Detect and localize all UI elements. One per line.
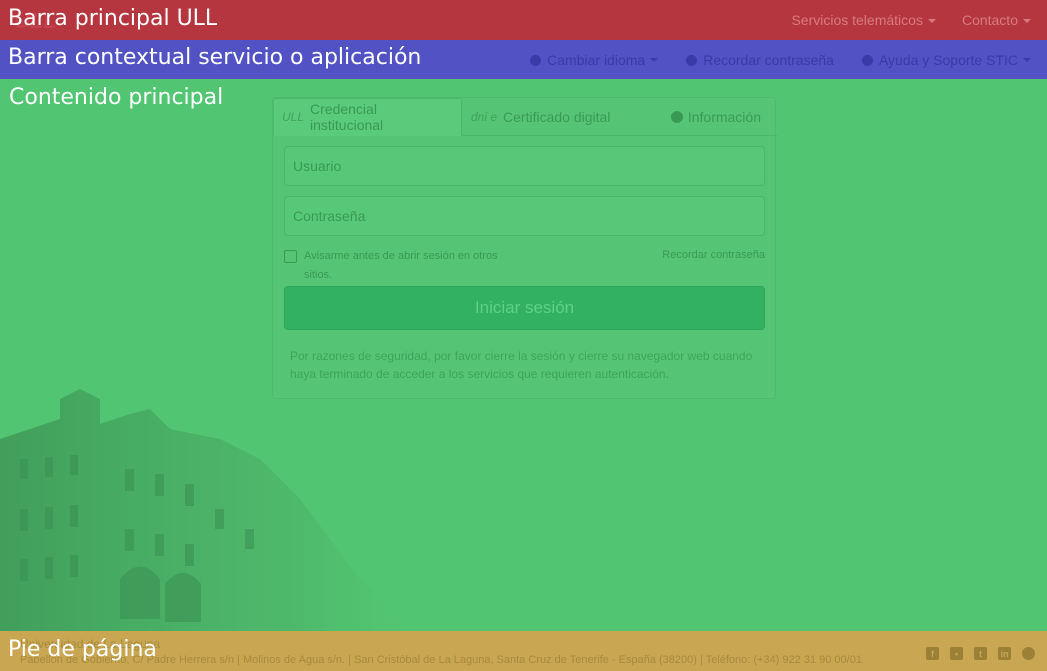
username-input[interactable]: Usuario xyxy=(284,146,765,186)
security-notice: Por razones de seguridad, por favor cier… xyxy=(290,349,753,381)
tab-label: Credencial institucional xyxy=(310,101,384,133)
help-support-menu[interactable]: Ayuda y Soporte STIC xyxy=(861,52,1031,68)
main-content: Contenido principal ULL Credencial insti… xyxy=(0,79,1047,631)
page-footer: Universidad de La Laguna Pabellón de Gob… xyxy=(0,631,1047,671)
nav-telematic-services[interactable]: Servicios telemáticos xyxy=(791,12,936,28)
nav-label: Cambiar idioma xyxy=(547,52,646,68)
remember-password-link[interactable]: Recordar contraseña xyxy=(686,52,834,68)
dnie-tab-icon: dni e xyxy=(471,110,498,124)
main-navbar: ULL Barra principal ULL Servicios telemá… xyxy=(0,0,1047,40)
help-icon xyxy=(861,54,873,66)
facebook-icon[interactable]: f xyxy=(926,647,939,660)
nav-label: Ayuda y Soporte STIC xyxy=(878,52,1018,68)
login-panel: ULL Credencial institucional dni e Certi… xyxy=(272,97,777,399)
region-label-footer: Pie de página xyxy=(8,637,157,662)
region-label-context-bar: Barra contextual servicio o aplicación xyxy=(8,45,422,70)
context-navbar: Barra contextual servicio o aplicación C… xyxy=(0,40,1047,79)
region-label-main-content: Contenido principal xyxy=(9,85,224,110)
tab-institutional-credential[interactable]: ULL Credencial institucional xyxy=(273,98,462,136)
building-illustration xyxy=(0,389,430,631)
login-button[interactable]: Iniciar sesión xyxy=(284,286,765,330)
main-nav: Servicios telemáticos Contacto xyxy=(791,12,1031,28)
web-icon[interactable] xyxy=(1022,647,1035,660)
context-nav: Cambiar idioma Recordar contraseña Ayuda… xyxy=(530,52,1031,68)
chevron-down-icon xyxy=(1023,19,1031,24)
key-icon xyxy=(686,54,698,66)
chevron-down-icon xyxy=(650,58,659,62)
nav-contact[interactable]: Contacto xyxy=(962,12,1031,28)
password-input[interactable]: Contraseña xyxy=(284,196,765,236)
remember-row: Avisarme antes de abrir sesión en otros … xyxy=(284,247,765,283)
change-language-menu[interactable]: Cambiar idioma xyxy=(530,52,659,68)
tab-label: Certificado digital xyxy=(503,109,611,125)
nav-label: Recordar contraseña xyxy=(703,52,834,68)
social-links: f • t in xyxy=(926,647,1035,660)
tab-digital-certificate[interactable]: dni e Certificado digital xyxy=(463,98,618,136)
chevron-down-icon xyxy=(1023,58,1031,62)
warn-before-login-label[interactable]: Avisarme antes de abrir sesión en otros … xyxy=(304,247,524,285)
nav-label: Contacto xyxy=(961,12,1018,28)
tab-label: Información xyxy=(687,109,761,125)
forgot-password-link[interactable]: Recordar contraseña xyxy=(662,249,765,261)
nav-label: Servicios telemáticos xyxy=(791,12,923,28)
flickr-icon[interactable]: • xyxy=(950,647,963,660)
globe-icon xyxy=(530,54,542,66)
tab-information[interactable]: Información xyxy=(663,98,769,136)
twitter-icon[interactable]: t xyxy=(974,647,987,660)
warn-before-login-checkbox[interactable] xyxy=(284,250,297,263)
login-tabs: ULL Credencial institucional dni e Certi… xyxy=(273,98,777,136)
linkedin-icon[interactable]: in xyxy=(998,647,1011,660)
info-icon xyxy=(670,111,683,123)
ull-tab-icon: ULL xyxy=(282,110,305,124)
region-label-main-bar: Barra principal ULL xyxy=(8,6,218,31)
chevron-down-icon xyxy=(927,19,936,24)
